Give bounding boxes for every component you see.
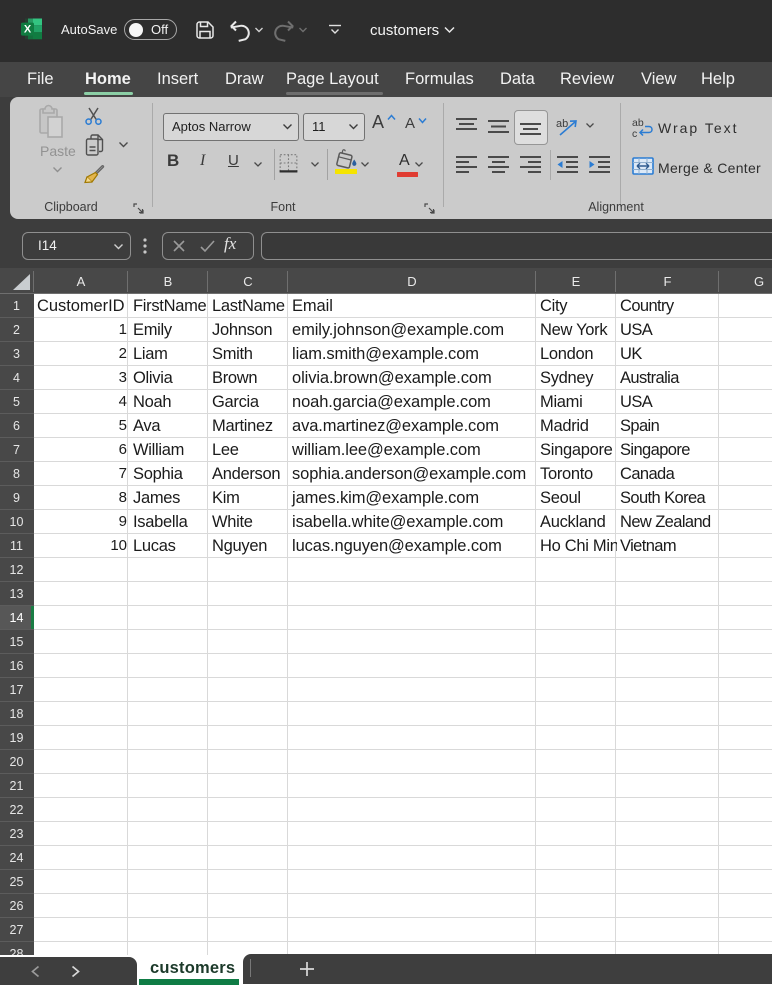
svg-text:X: X bbox=[24, 24, 32, 36]
svg-text:ab: ab bbox=[556, 118, 568, 130]
svg-text:c: c bbox=[632, 128, 637, 140]
